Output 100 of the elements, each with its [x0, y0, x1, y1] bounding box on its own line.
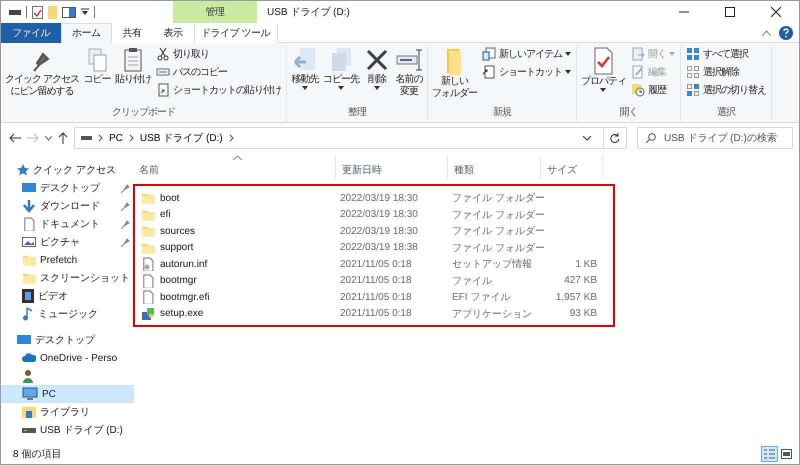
- item-count: 8 個の項目: [13, 448, 62, 461]
- panes-icon: [62, 6, 76, 18]
- monitor-icon: [22, 182, 36, 194]
- group-label: クリップボード: [112, 106, 175, 120]
- nav-item[interactable]: ダウンロード: [1, 197, 134, 215]
- file-name[interactable]: autorun.inf: [135, 257, 336, 272]
- select-all-icon: [686, 47, 700, 61]
- ribbon-button[interactable]: 選択の切り替え: [684, 82, 768, 98]
- computer-icon: [22, 387, 38, 401]
- select-none-icon: [686, 65, 700, 79]
- breadcrumb[interactable]: PC: [109, 132, 123, 144]
- nav-label: ダウンロード: [40, 200, 101, 213]
- nav-item[interactable]: ドキュメント: [1, 215, 134, 233]
- ribbon-button[interactable]: 新しい フォルダー: [430, 46, 479, 105]
- picture-icon: [22, 236, 36, 248]
- details-view-button[interactable]: [761, 446, 778, 462]
- nav-item[interactable]: クイック アクセス: [1, 161, 134, 179]
- cloud-icon: [22, 353, 36, 363]
- ribbon-button[interactable]: コピー先: [320, 46, 361, 105]
- nav-label: デスクトップ: [35, 334, 96, 347]
- nav-item[interactable]: Prefetch: [1, 251, 134, 269]
- ribbon-button[interactable]: パスのコピー: [154, 64, 283, 80]
- nav-item[interactable]: PC: [1, 385, 134, 403]
- back-button[interactable]: [9, 133, 21, 143]
- address-field[interactable]: PC USB ドライブ (D:): [74, 127, 604, 149]
- file-name[interactable]: bootmgr: [135, 274, 336, 288]
- music-note-icon: [22, 307, 34, 321]
- ribbon-button[interactable]: 貼り付け: [112, 46, 153, 105]
- ribbon-button[interactable]: ショートカットの貼り付け: [154, 82, 283, 98]
- properties-icon: [32, 6, 43, 18]
- file-name[interactable]: efi: [135, 208, 336, 222]
- chevron-icon: [228, 134, 234, 142]
- up-button[interactable]: [58, 132, 68, 144]
- thumbnail-view-button[interactable]: [778, 446, 795, 462]
- forward-icon: [27, 133, 39, 143]
- monitor-icon: [17, 334, 31, 346]
- nav-item[interactable]: USB ドライブ (D:): [1, 421, 134, 439]
- ribbon-button[interactable]: プロパティ: [578, 46, 628, 105]
- nav-item[interactable]: スクリーンショット: [1, 269, 134, 287]
- ribbon-button[interactable]: 履歴: [628, 82, 677, 98]
- file-name[interactable]: sources: [135, 224, 336, 238]
- refresh-button[interactable]: [603, 127, 627, 149]
- close-icon: [771, 7, 781, 17]
- table-cell-text: 2021/11/05 0:18: [339, 308, 413, 320]
- table-cell-text: 2022/03/19 18:30: [339, 226, 419, 237]
- ribbon-tab[interactable]: ホーム: [61, 23, 112, 43]
- settings-file-icon: [141, 257, 155, 272]
- up-icon: [58, 132, 68, 144]
- file-name[interactable]: support: [135, 240, 336, 255]
- table-cell-text: 2021/11/05 0:18: [339, 258, 413, 270]
- column-header[interactable]: 名前: [133, 155, 336, 179]
- table-cell-text: アプリケーション: [451, 308, 533, 321]
- ribbon-tab[interactable]: ファイル: [1, 23, 61, 43]
- nav-item[interactable]: ミュージック: [1, 305, 134, 323]
- nav-label: ドキュメント: [40, 218, 101, 231]
- group-label: 新規: [492, 106, 511, 120]
- collapse-ribbon-icon: [762, 30, 771, 36]
- ribbon-button[interactable]: 新しいアイテム: [480, 46, 573, 62]
- ribbon-tab[interactable]: ドライブ ツール: [194, 23, 278, 43]
- recent-button[interactable]: [45, 136, 52, 140]
- caret-icon: [583, 136, 591, 140]
- column-header[interactable]: サイズ: [541, 155, 603, 179]
- ribbon-button[interactable]: 名前の 変更: [392, 46, 425, 105]
- table-cell-text: 2021/11/05 0:18: [339, 275, 413, 286]
- nav-label: スクリーンショット: [40, 272, 130, 285]
- table-cell-text: セットアップ情報: [451, 258, 533, 272]
- nav-item[interactable]: デスクトップ: [1, 331, 134, 349]
- document-icon: [22, 217, 36, 231]
- nav-label: USB ドライブ (D:): [40, 424, 124, 437]
- drive-icon: [22, 425, 36, 435]
- maximize-icon: [725, 7, 735, 17]
- library-icon: [22, 405, 36, 419]
- installer-icon: [141, 306, 155, 321]
- group-label: 整理: [348, 106, 366, 120]
- ribbon-button[interactable]: ショートカット: [480, 64, 573, 80]
- ribbon-button[interactable]: 削除: [360, 46, 393, 105]
- nav-item[interactable]: OneDrive - Perso: [1, 349, 134, 367]
- nav-item[interactable]: ピクチャ: [1, 233, 134, 251]
- nav-item[interactable]: デスクトップ: [1, 179, 134, 197]
- help-icon: [779, 26, 793, 40]
- breadcrumb[interactable]: USB ドライブ (D:): [140, 131, 223, 145]
- table-cell-text: EFI ファイル: [451, 291, 512, 304]
- refresh-icon: [610, 133, 620, 143]
- file-name[interactable]: boot: [135, 191, 336, 206]
- file-name[interactable]: bootmgr.efi: [135, 290, 336, 304]
- nav-item[interactable]: ビデオ: [1, 287, 134, 305]
- column-header[interactable]: 種類: [448, 155, 541, 179]
- ribbon-button[interactable]: すべて選択: [684, 46, 768, 62]
- ribbon-button[interactable]: 切り取り: [154, 46, 283, 62]
- ribbon-button[interactable]: コピー: [80, 46, 113, 105]
- ribbon-button[interactable]: クイック アクセス にピン留めする: [3, 46, 81, 105]
- ribbon-button[interactable]: 移動先: [288, 46, 321, 105]
- search-field[interactable]: USB ドライブ (D:)の検索: [637, 127, 793, 149]
- nav-label: ミュージック: [38, 308, 99, 321]
- file-name[interactable]: setup.exe: [135, 306, 336, 321]
- table-cell-text: 2021/11/05 0:18: [339, 292, 413, 303]
- nav-item[interactable]: ライブラリ: [1, 403, 134, 421]
- open-icon: [630, 47, 645, 61]
- column-header[interactable]: 更新日時: [336, 155, 448, 179]
- ribbon-button[interactable]: 選択解除: [684, 64, 768, 80]
